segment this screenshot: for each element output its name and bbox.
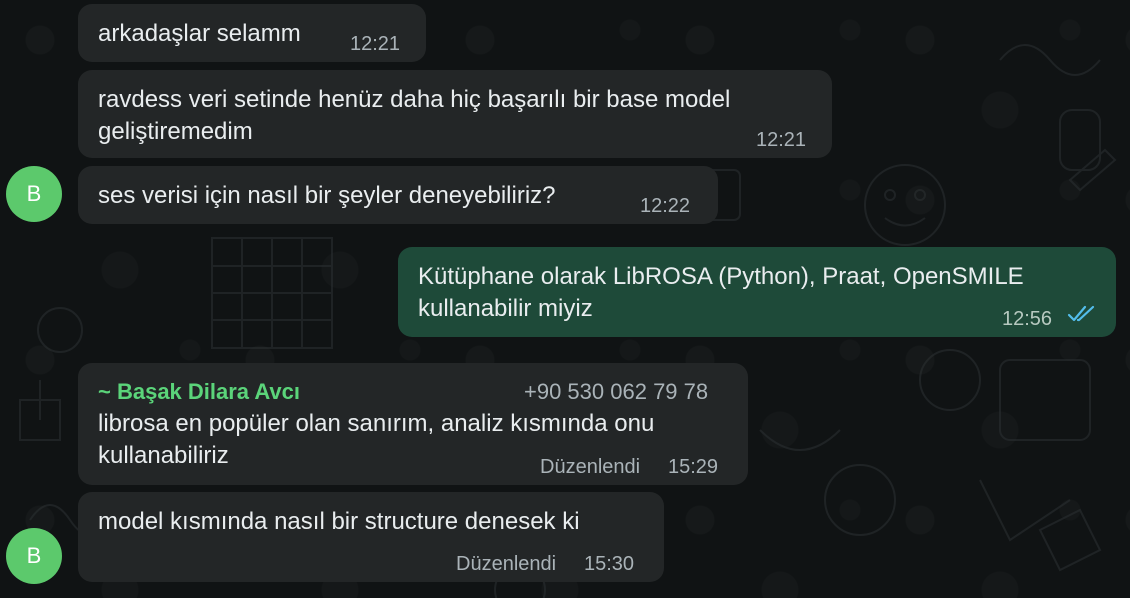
message-time: 12:21 <box>350 33 401 55</box>
sender-phone[interactable]: +90 530 062 79 78 <box>524 376 708 408</box>
message-time: 15:29 <box>668 456 719 478</box>
message-time: 12:56 <box>1002 308 1053 330</box>
chat-area: arkadaşlar selamm 12:21 ravdess veri set… <box>0 0 1130 598</box>
message-text: ses verisi için nasıl bir şeyler deneyeb… <box>98 182 556 209</box>
message-text: kullanabiliriz <box>98 442 229 469</box>
message-bubble-outgoing[interactable]: Kütüphane olarak LibROSA (Python), Praat… <box>398 247 1116 337</box>
message-bubble-incoming[interactable]: ~ Başak Dilara Avcı +90 530 062 79 78 li… <box>78 363 748 485</box>
message-text: Kütüphane olarak LibROSA (Python), Praat… <box>418 263 1024 290</box>
message-bubble-incoming[interactable]: ses verisi için nasıl bir şeyler deneyeb… <box>78 166 718 224</box>
message-text: geliştiremedim <box>98 118 253 145</box>
double-check-read-icon <box>1067 305 1095 322</box>
sender-name[interactable]: ~ Başak Dilara Avcı <box>98 376 300 408</box>
message-text: kullanabilir miyiz <box>418 295 593 322</box>
avatar[interactable]: B <box>6 166 62 222</box>
message-time: 15:30 <box>584 553 635 575</box>
message-text: arkadaşlar selamm <box>98 20 301 47</box>
edited-label: Düzenlendi <box>456 553 557 575</box>
message-time: 12:21 <box>756 129 807 151</box>
message-bubble-incoming[interactable]: ravdess veri setinde henüz daha hiç başa… <box>78 70 832 158</box>
message-text: model kısmında nasıl bir structure denes… <box>98 508 580 535</box>
message-time: 12:22 <box>640 195 691 217</box>
message-text: librosa en popüler olan sanırım, analiz … <box>98 410 655 437</box>
edited-label: Düzenlendi <box>540 456 641 478</box>
message-bubble-incoming[interactable]: arkadaşlar selamm 12:21 <box>78 4 426 62</box>
message-text: ravdess veri setinde henüz daha hiç başa… <box>98 86 731 113</box>
message-bubble-incoming[interactable]: model kısmında nasıl bir structure denes… <box>78 492 664 582</box>
avatar[interactable]: B <box>6 528 62 584</box>
